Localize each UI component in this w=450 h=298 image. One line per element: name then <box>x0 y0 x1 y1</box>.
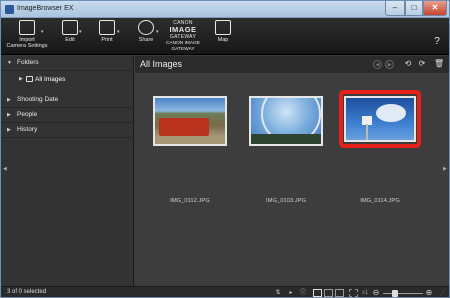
edit-label: Edit <box>65 37 75 43</box>
thumbnail-item[interactable]: IMG_0112.JPG <box>149 94 231 204</box>
minimize-icon: – <box>392 3 398 12</box>
thumbnail-item[interactable]: IMG_0103.JPG <box>245 94 327 204</box>
rotate-left-icon[interactable]: ⟲ <box>403 59 413 69</box>
window-title: ImageBrowser EX <box>17 5 74 12</box>
chevron-right-icon: ▶ <box>7 127 11 133</box>
status-bar: 3 of 0 selected ⇅ ▸ ⓘ x1 ⊖ ⊕ ⋰ <box>1 286 449 297</box>
zoom-out-icon[interactable]: ⊖ <box>372 289 380 297</box>
thumbnail-filename: IMG_0103.JPG <box>266 198 306 204</box>
info-icon[interactable]: ⓘ <box>299 289 307 297</box>
sidebar-section-folders[interactable]: ▼ Folders <box>1 56 134 71</box>
page-title: All Images <box>140 59 183 69</box>
all-images-label: All Images <box>35 76 66 83</box>
print-button[interactable]: ▾ Print <box>94 20 120 54</box>
resize-grip-icon[interactable]: ⋰ <box>439 289 447 297</box>
shooting-date-label: Shooting Date <box>17 96 59 103</box>
image-grid-panel: All Images ◀ ▶ ⟲ ⟳ 🗑 IMG_0112.JPG IMG_01… <box>135 56 449 286</box>
grid-view-icon[interactable] <box>313 289 322 297</box>
chevron-right-icon: ▶ <box>7 112 11 118</box>
chevron-right-icon: ▶ <box>19 76 23 82</box>
rotate-right-icon[interactable]: ⟳ <box>417 59 427 69</box>
photo-trees <box>251 134 321 144</box>
main-toolbar: ▾ Import Camera Settings ▾ Edit ▾ Print … <box>1 18 449 68</box>
thumbnail-filename: IMG_0114.JPG <box>360 198 400 204</box>
edit-icon <box>62 20 78 35</box>
share-label: Share <box>138 37 154 43</box>
title-bar: ImageBrowser EX – □ ✕ <box>1 1 449 18</box>
chevron-down-icon: ▾ <box>156 29 159 35</box>
trash-icon[interactable]: 🗑 <box>434 59 444 69</box>
zoom-slider-track[interactable] <box>383 293 423 294</box>
panel-header: All Images ◀ ▶ ⟲ ⟳ 🗑 <box>135 56 449 73</box>
previous-button[interactable]: ◀ <box>373 60 382 69</box>
folders-label: Folders <box>17 59 39 66</box>
maximize-icon: □ <box>411 3 417 12</box>
chevron-right-icon: ▶ <box>7 97 11 103</box>
close-icon: ✕ <box>431 3 439 12</box>
gateway-label-1: CANON IMAGE <box>165 41 201 46</box>
camera-icon <box>19 20 35 35</box>
history-label: History <box>17 126 38 133</box>
chevron-down-icon: ▾ <box>117 29 120 35</box>
people-label: People <box>17 111 38 118</box>
sidebar-section-history[interactable]: ▶ History <box>1 123 134 138</box>
share-button[interactable]: ▾ Share <box>132 20 160 54</box>
sidebar: ▼ Folders ▶ All Images ▶ Shooting Date ▶… <box>1 56 134 286</box>
map-button[interactable]: Map <box>211 20 235 54</box>
photo-thumbnail[interactable] <box>153 96 227 146</box>
zoom-actual-label[interactable]: x1 <box>360 289 370 297</box>
camera-settings-label: Camera Settings <box>6 43 48 49</box>
chevron-down-icon: ▾ <box>79 29 82 35</box>
next-button[interactable]: ▶ <box>385 60 394 69</box>
print-label: Print <box>101 37 113 43</box>
expand-panel-icon[interactable]: ▶ <box>443 166 447 172</box>
help-icon: ? <box>434 36 440 47</box>
thumbnail-filename: IMG_0112.JPG <box>170 198 210 204</box>
sidebar-section-shooting-date[interactable]: ▶ Shooting Date <box>1 93 134 108</box>
filter-icon[interactable]: ▸ <box>287 289 295 297</box>
sort-icon[interactable]: ⇅ <box>273 289 283 297</box>
preview-view-icon[interactable] <box>335 289 344 297</box>
maximize-button[interactable]: □ <box>405 1 423 16</box>
photo-thumbnail[interactable] <box>249 96 323 146</box>
thumbnail-item-selected[interactable]: IMG_0114.JPG <box>339 90 421 204</box>
close-button[interactable]: ✕ <box>423 1 447 16</box>
collapse-sidebar-icon[interactable]: ◀ <box>3 166 7 172</box>
fit-icon[interactable] <box>349 289 358 297</box>
sidebar-section-people[interactable]: ▶ People <box>1 108 134 123</box>
folder-icon <box>26 76 33 82</box>
canon-image-gateway-button[interactable]: CANON IMAGE GATEWAY CANON IMAGE GATEWAY <box>164 20 202 54</box>
chevron-down-icon: ▾ <box>41 29 44 35</box>
zoom-slider-handle[interactable] <box>392 290 398 297</box>
list-view-icon[interactable] <box>324 289 333 297</box>
zoom-in-icon[interactable]: ⊕ <box>425 289 433 297</box>
gateway-label-2: GATEWAY <box>171 47 195 52</box>
app-icon <box>5 5 14 14</box>
help-button[interactable]: ? <box>430 36 444 47</box>
selection-status: 3 of 0 selected <box>7 289 47 295</box>
chevron-down-icon: ▼ <box>7 60 12 66</box>
gateway-logo-main: IMAGE <box>169 25 197 34</box>
map-label: Map <box>217 37 229 43</box>
import-camera-settings-button[interactable]: ▾ Import Camera Settings <box>6 20 48 54</box>
sidebar-item-all-images[interactable]: ▶ All Images <box>17 74 131 85</box>
minimize-button[interactable]: – <box>385 1 405 16</box>
app-window: ImageBrowser EX – □ ✕ ▾ Import Camera Se… <box>0 0 450 298</box>
photo-train <box>159 118 209 136</box>
map-icon <box>215 20 231 35</box>
photo-pole <box>366 124 368 140</box>
globe-icon <box>138 20 154 35</box>
edit-button[interactable]: ▾ Edit <box>56 20 84 54</box>
gateway-logo-bottom: GATEWAY <box>169 34 197 40</box>
photo-track <box>155 136 225 144</box>
printer-icon <box>99 20 115 35</box>
photo-thumbnail[interactable] <box>344 96 416 142</box>
photo-cloud <box>376 104 406 122</box>
